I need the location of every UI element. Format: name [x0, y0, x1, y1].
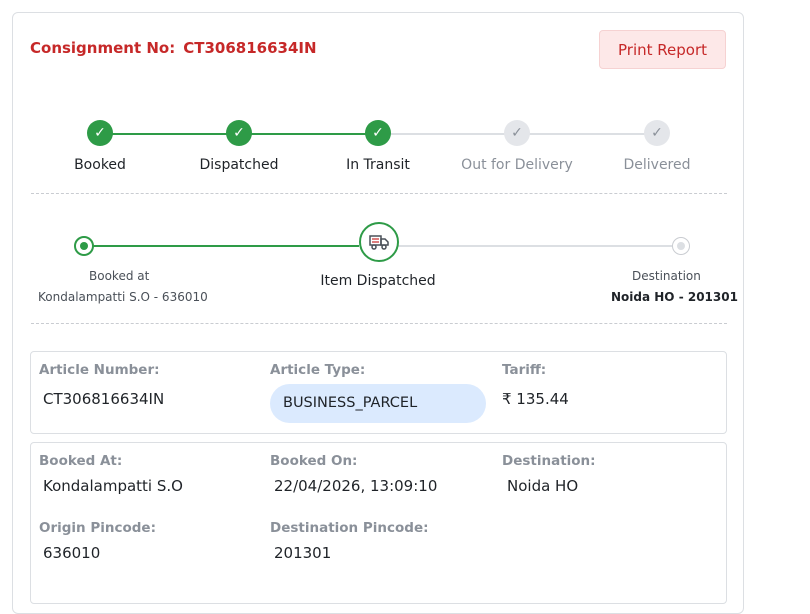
- destination-office: Noida HO - 201301: [611, 290, 738, 304]
- booking-info-box: Booked At: Kondalampatti S.O Booked On: …: [30, 442, 727, 604]
- tariff-label: Tariff:: [502, 362, 547, 378]
- article-info-box: Article Number: CT306816634IN Article Ty…: [30, 351, 727, 434]
- tariff-value: ₹ 135.44: [502, 390, 569, 408]
- step-label-delivered: Delivered: [623, 157, 691, 173]
- consignment-card: Consignment No: CT306816634IN Print Repor…: [12, 12, 744, 614]
- consignment-label: Consignment No:: [30, 39, 176, 57]
- article-type-badge: BUSINESS_PARCEL: [270, 384, 486, 423]
- divider: [31, 193, 727, 194]
- journey-progress-line: [90, 245, 359, 247]
- origin-caption: Booked at: [89, 269, 150, 283]
- destination-value: Noida HO: [507, 477, 579, 495]
- divider: [31, 323, 727, 324]
- print-report-button[interactable]: Print Report: [599, 30, 726, 69]
- step-label-out-for-delivery: Out for Delivery: [461, 157, 573, 173]
- step-label-in-transit: In Transit: [346, 157, 410, 173]
- origin-pincode-value: 636010: [43, 544, 101, 562]
- origin-dot-icon: [74, 236, 94, 256]
- step-in-transit-check-icon: ✓: [365, 120, 391, 146]
- booked-on-label: Booked On:: [270, 453, 358, 469]
- journey-remaining-line: [397, 245, 672, 247]
- consignment-number: CT306816634IN: [183, 39, 317, 57]
- step-delivered-check-icon: ✓: [644, 120, 670, 146]
- step-dispatched-check-icon: ✓: [226, 120, 252, 146]
- origin-pincode-label: Origin Pincode:: [39, 520, 156, 536]
- destination-pincode-value: 201301: [274, 544, 332, 562]
- step-booked-check-icon: ✓: [87, 120, 113, 146]
- article-number-label: Article Number:: [39, 362, 160, 378]
- step-out-for-delivery-check-icon: ✓: [504, 120, 530, 146]
- article-number-value: CT306816634IN: [43, 390, 165, 408]
- destination-caption: Destination: [632, 269, 701, 283]
- article-type-label: Article Type:: [270, 362, 366, 378]
- destination-pincode-label: Destination Pincode:: [270, 520, 429, 536]
- booked-at-value: Kondalampatti S.O: [43, 477, 183, 495]
- destination-label: Destination:: [502, 453, 596, 469]
- booked-at-label: Booked At:: [39, 453, 123, 469]
- consignment-heading: Consignment No: CT306816634IN: [30, 39, 317, 57]
- booked-on-value: 22/04/2026, 13:09:10: [274, 477, 438, 495]
- destination-dot-icon: [672, 237, 690, 255]
- truck-icon: [359, 222, 399, 262]
- origin-office: Kondalampatti S.O - 636010: [38, 290, 208, 304]
- step-label-booked: Booked: [74, 157, 126, 173]
- current-status-label: Item Dispatched: [320, 273, 436, 289]
- step-label-dispatched: Dispatched: [199, 157, 279, 173]
